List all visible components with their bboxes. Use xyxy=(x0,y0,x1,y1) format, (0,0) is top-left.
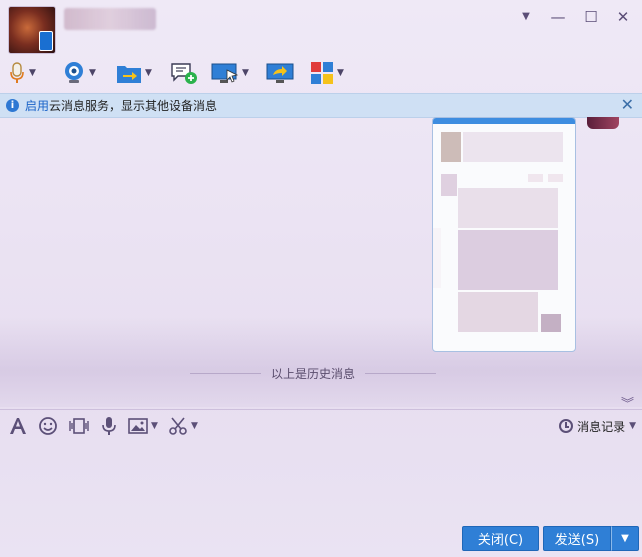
my-avatar[interactable] xyxy=(587,117,619,129)
create-discussion-button[interactable] xyxy=(170,58,198,88)
font-icon xyxy=(10,418,26,434)
smiley-icon xyxy=(39,417,57,435)
chevron-down-icon[interactable]: ▼ xyxy=(151,421,158,431)
chevron-down-icon[interactable]: ▼ xyxy=(337,68,344,78)
input-divider[interactable] xyxy=(0,409,642,410)
close-button[interactable]: 关闭(C) xyxy=(462,526,539,551)
history-label: 以上是历史消息 xyxy=(271,367,356,381)
remote-desktop-icon xyxy=(211,63,239,83)
shake-button[interactable] xyxy=(68,413,90,439)
apps-grid-icon xyxy=(311,62,333,84)
chat-header: ▼ — ☐ ✕ xyxy=(0,0,642,58)
screen-share-icon xyxy=(266,63,294,83)
enable-link[interactable]: 启用 xyxy=(25,97,49,114)
clock-icon xyxy=(559,419,574,433)
apps-button[interactable]: ▼ xyxy=(310,58,344,88)
message-history[interactable]: 以上是历史消息 ︾ xyxy=(0,117,642,412)
remote-assist-button[interactable]: ▼ xyxy=(211,58,249,88)
video-call-button[interactable]: ▼ xyxy=(62,58,96,88)
screenshot-button[interactable]: ▼ xyxy=(168,413,198,439)
close-notice-icon[interactable]: ✕ xyxy=(621,96,634,114)
microphone-icon xyxy=(10,62,24,83)
contact-name-blurred[interactable] xyxy=(64,8,156,30)
cloud-message-notice: i 启用 云消息服务，显示其他设备消息 ✕ xyxy=(0,93,642,118)
history-separator: 以上是历史消息 xyxy=(190,365,437,382)
chevron-down-icon[interactable]: ▼ xyxy=(629,421,636,431)
font-button[interactable] xyxy=(8,413,28,439)
voice-call-button[interactable]: ▼ xyxy=(8,58,36,88)
chat-add-icon xyxy=(171,63,197,84)
minimize-button[interactable]: — xyxy=(549,8,567,26)
chat-window: ▼ — ☐ ✕ ▼ ▼ ▼ ▼ ▼ i 启用 云消息服务，显示其他设备消息 ✕ … xyxy=(0,0,642,557)
chevron-down-icon[interactable]: ▼ xyxy=(191,421,198,431)
emoji-button[interactable] xyxy=(38,413,58,439)
chevron-down-icon: ▼ xyxy=(621,533,629,544)
image-icon xyxy=(128,418,148,434)
message-history-button[interactable]: 消息记录 ▼ xyxy=(559,413,636,439)
received-image-message[interactable] xyxy=(432,117,576,352)
voice-message-button[interactable] xyxy=(100,413,118,439)
notice-text: 云消息服务，显示其他设备消息 xyxy=(49,99,218,113)
message-history-label: 消息记录 xyxy=(577,419,626,434)
send-options-button[interactable]: ▼ xyxy=(611,526,639,551)
message-input[interactable] xyxy=(0,440,642,524)
chevron-down-icon[interactable]: ▼ xyxy=(29,68,36,78)
image-button[interactable]: ▼ xyxy=(128,413,158,439)
webcam-icon xyxy=(65,62,83,83)
close-window-button[interactable]: ✕ xyxy=(614,8,632,26)
send-button[interactable]: 发送(S) xyxy=(543,526,611,551)
folder-send-icon xyxy=(117,66,141,83)
maximize-button[interactable]: ☐ xyxy=(582,8,600,26)
microphone-icon xyxy=(102,417,116,435)
share-screen-button[interactable] xyxy=(266,58,294,88)
shake-window-icon xyxy=(69,418,89,434)
send-file-button[interactable]: ▼ xyxy=(116,58,152,88)
contact-avatar[interactable] xyxy=(8,6,56,54)
mobile-status-icon xyxy=(39,31,53,51)
chevron-down-icon[interactable]: ▼ xyxy=(242,68,249,78)
chevron-down-icon[interactable]: ▼ xyxy=(145,68,152,78)
dropdown-icon[interactable]: ▼ xyxy=(517,8,535,26)
chevron-down-icon[interactable]: ▼ xyxy=(89,68,96,78)
chat-toolbar: ▼ ▼ ▼ ▼ ▼ xyxy=(0,58,642,90)
scissors-icon xyxy=(169,417,187,435)
info-icon: i xyxy=(6,99,19,112)
input-toolbar: ▼ ▼ xyxy=(0,413,642,439)
